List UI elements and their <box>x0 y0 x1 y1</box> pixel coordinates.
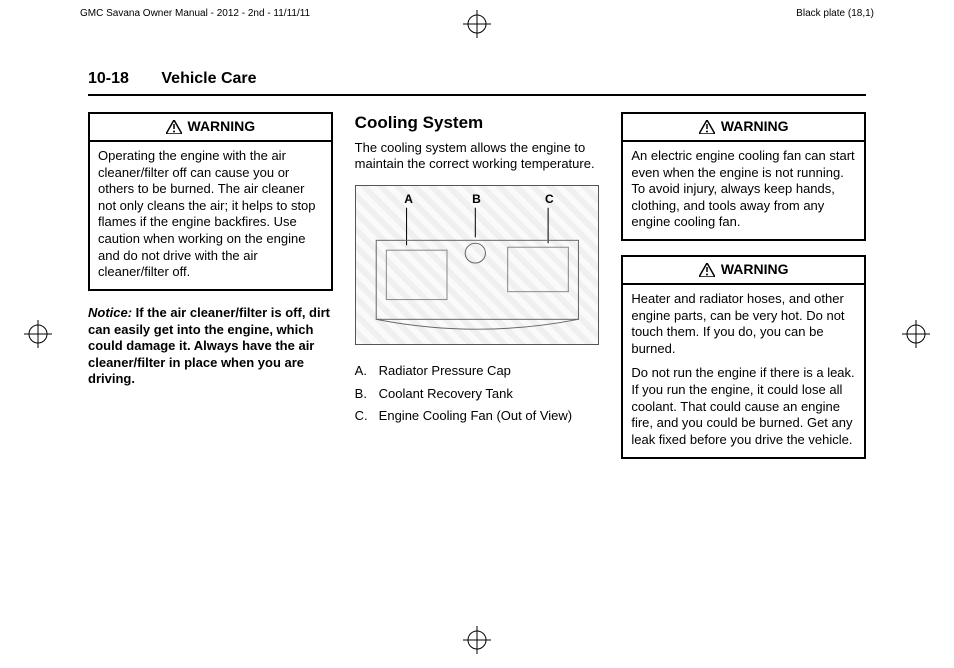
warning-triangle-icon <box>699 263 715 277</box>
legend-text: Coolant Recovery Tank <box>379 386 600 403</box>
warning-triangle-icon <box>166 120 182 134</box>
registration-mark-bottom-icon <box>463 626 491 654</box>
manual-title: GMC Savana Owner Manual - 2012 - 2nd - 1… <box>80 8 310 19</box>
legend-text: Engine Cooling Fan (Out of View) <box>379 408 600 425</box>
registration-mark-right-icon <box>902 320 930 348</box>
warning-box-air-cleaner: WARNING Operating the engine with the ai… <box>88 112 333 291</box>
legend-letter: C. <box>355 408 379 425</box>
warning-label: WARNING <box>721 118 789 136</box>
warning-title: WARNING <box>623 114 864 142</box>
warning-text: Operating the engine with the air cleane… <box>98 148 323 281</box>
warning-box-hoses: WARNING Heater and radiator hoses, and o… <box>621 255 866 459</box>
print-header: GMC Savana Owner Manual - 2012 - 2nd - 1… <box>80 8 874 19</box>
warning-body: Operating the engine with the air cleane… <box>90 142 331 289</box>
warning-text-p2: Do not run the engine if there is a leak… <box>631 365 856 448</box>
section-title: Vehicle Care <box>161 70 256 87</box>
warning-text: An electric engine cooling fan can start… <box>631 148 856 231</box>
column-1: WARNING Operating the engine with the ai… <box>88 112 333 473</box>
warning-label: WARNING <box>188 118 256 136</box>
diagram-legend: A. Radiator Pressure Cap B. Coolant Reco… <box>355 363 600 425</box>
notice-paragraph: Notice: If the air cleaner/filter is off… <box>88 305 333 388</box>
content-columns: WARNING Operating the engine with the ai… <box>88 112 866 473</box>
column-3: WARNING An electric engine cooling fan c… <box>621 112 866 473</box>
cooling-system-heading: Cooling System <box>355 112 600 134</box>
legend-row: C. Engine Cooling Fan (Out of View) <box>355 408 600 425</box>
warning-body: An electric engine cooling fan can start… <box>623 142 864 239</box>
warning-title: WARNING <box>623 257 864 285</box>
legend-text: Radiator Pressure Cap <box>379 363 600 380</box>
plate-info: Black plate (18,1) <box>796 8 874 19</box>
warning-title: WARNING <box>90 114 331 142</box>
page-frame: 10-18 Vehicle Care WARNING Operating the… <box>88 60 866 616</box>
registration-mark-left-icon <box>24 320 52 348</box>
column-2: Cooling System The cooling system allows… <box>355 112 600 473</box>
page-number: 10-18 <box>88 70 129 87</box>
warning-label: WARNING <box>721 261 789 279</box>
legend-row: A. Radiator Pressure Cap <box>355 363 600 380</box>
page-heading: 10-18 Vehicle Care <box>88 60 866 96</box>
warning-box-cooling-fan: WARNING An electric engine cooling fan c… <box>621 112 866 241</box>
legend-letter: B. <box>355 386 379 403</box>
legend-letter: A. <box>355 363 379 380</box>
engine-diagram: A B C <box>355 185 600 345</box>
warning-body: Heater and radiator hoses, and other eng… <box>623 285 864 457</box>
cooling-system-intro: The cooling system allows the engine to … <box>355 140 600 173</box>
notice-lead: Notice: <box>88 305 132 320</box>
engine-diagram-svg <box>356 186 599 344</box>
legend-row: B. Coolant Recovery Tank <box>355 386 600 403</box>
warning-text-p1: Heater and radiator hoses, and other eng… <box>631 291 856 358</box>
warning-triangle-icon <box>699 120 715 134</box>
